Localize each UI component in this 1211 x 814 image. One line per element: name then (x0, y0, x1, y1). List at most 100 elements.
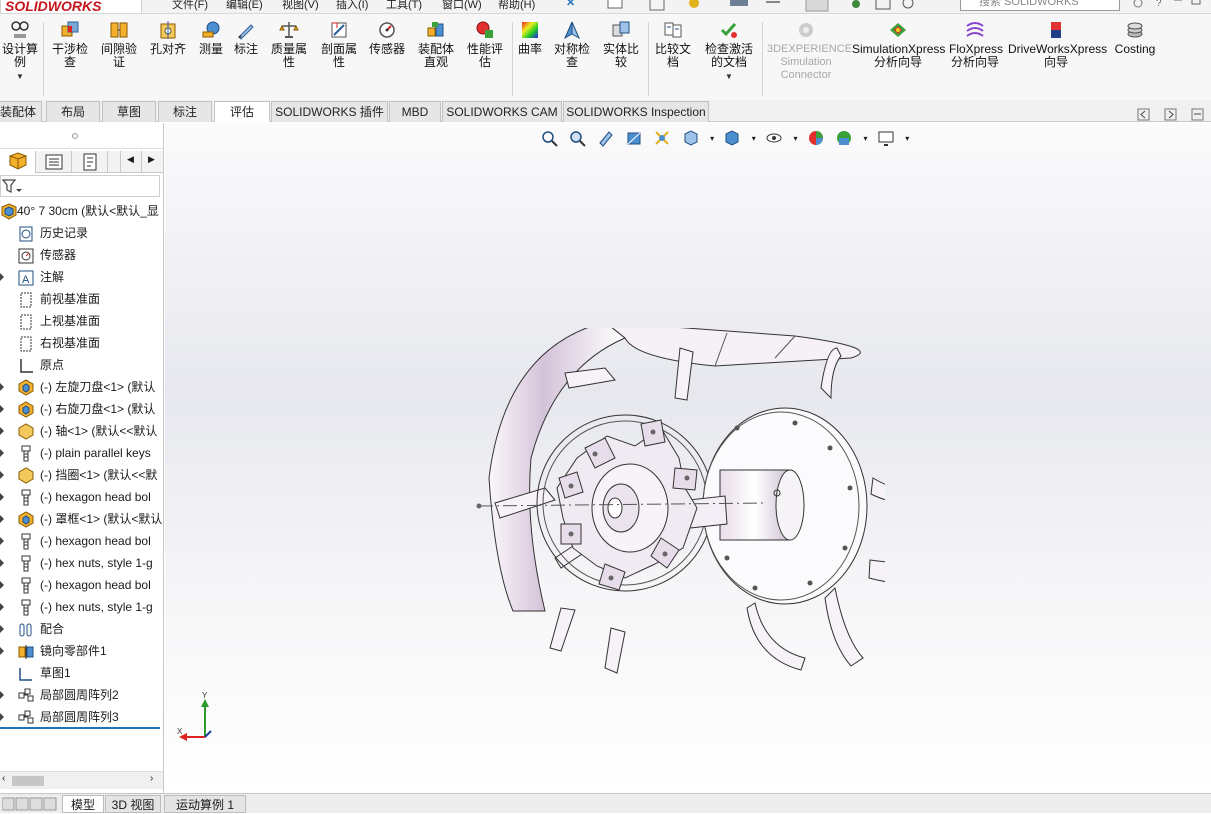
tree-item[interactable]: (-) 左旋刀盘<1> (默认 (0, 376, 163, 398)
tab-solidworks-cam[interactable]: SOLIDWORKS CAM (442, 101, 562, 122)
tree-root-assembly[interactable]: 40° 7 30cm (默认<默认_显 (0, 200, 163, 222)
tree-item[interactable]: A 注解 (0, 266, 163, 288)
expand-arrow-icon[interactable] (0, 625, 4, 633)
assembly-visualization-button[interactable]: 装配体直观 (414, 20, 458, 69)
expand-arrow-icon[interactable] (0, 493, 4, 501)
design-study-button[interactable]: 设计算例 ▼ (0, 20, 40, 83)
chevron-down-icon[interactable]: ▼ (725, 72, 733, 81)
expand-arrow-icon[interactable] (0, 449, 4, 457)
menu-tools[interactable]: 工具(T) (386, 0, 422, 12)
section-properties-button[interactable]: 剖面属性 (316, 20, 362, 69)
clearance-verify-button[interactable]: 间隙验证 (96, 20, 142, 69)
tab-layout[interactable]: 布局 (46, 101, 100, 122)
menu-view[interactable]: 视图(V) (282, 0, 319, 12)
chevron-down-icon[interactable]: ▾ (864, 134, 868, 143)
expand-arrow-icon[interactable] (0, 691, 4, 699)
tree-item[interactable]: 上视基准面 (0, 310, 163, 332)
expand-arrow-icon[interactable] (0, 559, 4, 567)
pin-icon[interactable]: ✕ (566, 0, 575, 9)
menu-insert[interactable]: 插入(I) (336, 0, 368, 12)
scroll-right-icon[interactable]: › (150, 773, 153, 784)
tree-item[interactable]: (-) 挡圈<1> (默认<<默 (0, 464, 163, 486)
horizontal-scrollbar[interactable]: ‹ › (0, 771, 163, 789)
menu-window[interactable]: 窗口(W) (442, 0, 482, 12)
expand-arrow-icon[interactable] (0, 471, 4, 479)
tree-item[interactable]: (-) hex nuts, style 1-g (0, 596, 163, 618)
zoom-to-fit-icon[interactable] (540, 129, 558, 147)
interference-check-button[interactable]: 干涉检查 (48, 20, 92, 69)
pane-scroll-right[interactable]: ▶ (142, 151, 163, 173)
tab-markup[interactable]: 标注 (158, 101, 212, 122)
tree-item[interactable]: (-) 罩框<1> (默认<默认 (0, 508, 163, 530)
mass-properties-button[interactable]: 质量属性 (266, 20, 312, 69)
expand-arrow-icon[interactable] (0, 515, 4, 523)
tab-property-manager[interactable] (36, 151, 72, 173)
markup-button[interactable]: 标注 (230, 20, 262, 56)
tab-evaluate[interactable]: 评估 (214, 101, 270, 122)
tab-model[interactable]: 模型 (62, 795, 104, 813)
tree-item[interactable]: (-) 轴<1> (默认<<默认 (0, 420, 163, 442)
hide-show-items-icon[interactable] (765, 129, 783, 147)
tree-filter-input[interactable] (0, 175, 160, 197)
tree-item[interactable]: 前视基准面 (0, 288, 163, 310)
chevron-down-icon[interactable]: ▾ (793, 134, 797, 143)
menu-help[interactable]: 帮助(H) (498, 0, 535, 12)
measure-button[interactable]: 测量 (194, 20, 228, 56)
expand-arrow-icon[interactable] (0, 713, 4, 721)
chevron-down-icon[interactable]: ▾ (752, 134, 756, 143)
tab-sketch[interactable]: 草图 (102, 101, 156, 122)
chevron-down-icon[interactable]: ▾ (710, 134, 714, 143)
quick-access-toolbar[interactable] (606, 0, 946, 12)
dynamic-annotation-icon[interactable] (653, 129, 671, 147)
tab-motion-study[interactable]: 运动算例 1 (164, 795, 246, 813)
compare-solids-button[interactable]: 实体比较 (598, 20, 644, 69)
scroll-left-icon[interactable]: ‹ (2, 773, 5, 784)
pane-grip[interactable] (0, 123, 163, 149)
tab-solidworks-addins[interactable]: SOLIDWORKS 插件 (271, 101, 388, 122)
panel-nav-icons[interactable] (1136, 108, 1206, 122)
tree-item[interactable]: 局部圆周阵列2 (0, 684, 163, 706)
tree-item[interactable]: 历史记录 (0, 222, 163, 244)
tab-3d-view[interactable]: 3D 视图 (105, 795, 161, 813)
section-view-icon[interactable] (625, 129, 643, 147)
display-style-icon[interactable] (723, 129, 741, 147)
3dx-simulation-connector-button[interactable]: 3DEXPERIENCE Simulation Connector (766, 20, 852, 82)
tree-item[interactable]: 配合 (0, 618, 163, 640)
tab-configuration-manager[interactable] (72, 151, 108, 173)
graphics-area[interactable]: ▾ ▾ ▾ ▾ ▾ Y X (165, 123, 1211, 793)
expand-arrow-icon[interactable] (0, 581, 4, 589)
costing-button[interactable]: Costing (1110, 20, 1160, 56)
expand-arrow-icon[interactable] (0, 537, 4, 545)
menu-edit[interactable]: 编辑(E) (226, 0, 263, 12)
solidworks-logo[interactable]: SOLIDWORKS (0, 0, 142, 13)
curvature-button[interactable]: 曲率 (514, 20, 546, 56)
tree-item[interactable]: (-) plain parallel keys (0, 442, 163, 464)
expand-arrow-icon[interactable] (0, 603, 4, 611)
view-settings-icon[interactable] (877, 129, 895, 147)
tab-mbd[interactable]: MBD (389, 101, 441, 122)
search-input[interactable]: 搜索 SOLIDWORKS (960, 0, 1120, 11)
tree-item[interactable]: 镜向零部件1 (0, 640, 163, 662)
tab-feature-tree[interactable] (0, 151, 36, 173)
sensor-button[interactable]: 传感器 (364, 20, 410, 56)
expand-arrow-icon[interactable] (0, 273, 4, 281)
expand-arrow-icon[interactable] (0, 383, 4, 391)
tab-nav-arrows[interactable] (2, 797, 60, 811)
tree-item[interactable]: 局部圆周阵列3 (0, 706, 163, 728)
tree-item[interactable]: (-) 右旋刀盘<1> (默认 (0, 398, 163, 420)
expand-arrow-icon[interactable] (0, 647, 4, 655)
check-active-document-button[interactable]: 检查激活的文档 ▼ (700, 20, 758, 83)
rotary-tiller-model[interactable] (465, 328, 885, 678)
expand-arrow-icon[interactable] (0, 427, 4, 435)
tree-item[interactable]: (-) hexagon head bol (0, 486, 163, 508)
driveworksxpress-button[interactable]: DriveWorksXpress 向导 (1008, 20, 1107, 69)
floxpress-button[interactable]: FloXpress 分析向导 (948, 20, 1003, 69)
tree-item[interactable]: 草图1 (0, 662, 163, 684)
tab-assembly[interactable]: 装配体 (0, 101, 42, 122)
performance-evaluation-button[interactable]: 性能评估 (462, 20, 508, 69)
zoom-to-area-icon[interactable] (568, 129, 587, 147)
tree-item[interactable]: (-) hex nuts, style 1-g (0, 552, 163, 574)
tree-item[interactable]: 右视基准面 (0, 332, 163, 354)
hole-alignment-button[interactable]: 孔对齐 (144, 20, 192, 56)
apply-scene-icon[interactable] (835, 129, 853, 147)
